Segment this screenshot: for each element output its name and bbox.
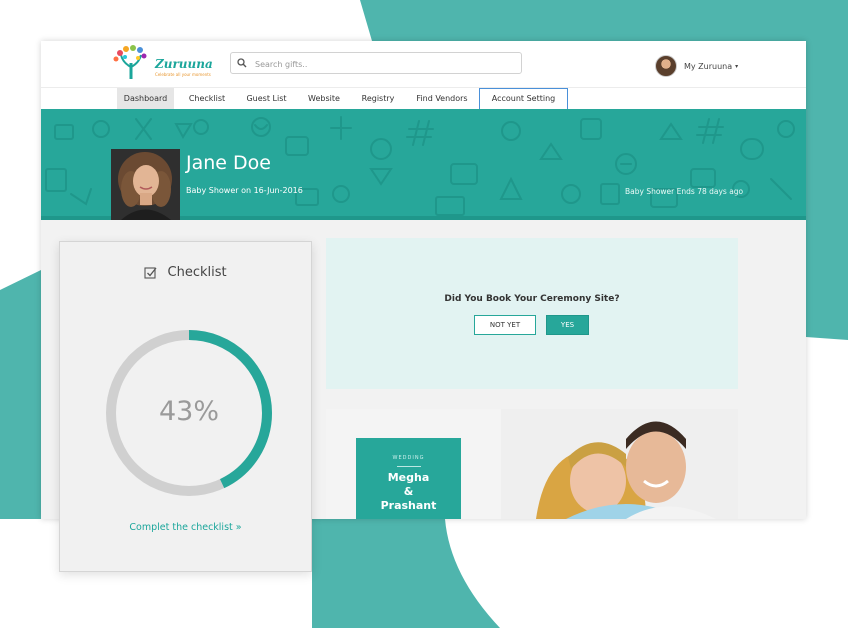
profile-portrait: [111, 149, 180, 220]
tab-dashboard[interactable]: Dashboard: [117, 88, 174, 110]
profile-photo[interactable]: [111, 149, 180, 220]
couple-names: Megha & Prashant: [380, 471, 437, 512]
divider: [396, 466, 421, 467]
profile-banner: Jane Doe Baby Shower on 16-Jun-2016 Baby…: [41, 109, 806, 220]
event-ends-status: Baby Shower Ends 78 days ago: [625, 187, 744, 196]
top-bar: Zuruuna Celebrate all your moments My Zu…: [41, 41, 806, 87]
brand-name: Zuruuna: [155, 57, 213, 71]
chevron-down-icon: ▾: [735, 62, 739, 70]
tab-checklist[interactable]: Checklist: [180, 88, 234, 110]
tab-account-setting[interactable]: Account Setting: [479, 88, 568, 110]
ceremony-site-prompt: Did You Book Your Ceremony Site? NOT YET…: [326, 238, 738, 389]
tab-registry[interactable]: Registry: [354, 88, 402, 110]
yes-button[interactable]: YES: [546, 315, 589, 335]
main-nav: Dashboard Checklist Guest List Website R…: [41, 87, 806, 110]
wedding-kicker: WEDDING: [392, 455, 425, 461]
tab-find-vendors[interactable]: Find Vendors: [408, 88, 476, 110]
search-input[interactable]: [253, 55, 517, 73]
progress-percent: 43%: [158, 396, 219, 427]
user-menu-label: My Zuruuna: [684, 61, 733, 71]
user-menu[interactable]: My Zuruuna ▾: [655, 55, 738, 77]
wedding-tag-card: WEDDING Megha & Prashant: [356, 438, 461, 519]
checklist-card: Checklist 43% Complet the checklist »: [59, 241, 312, 572]
tab-guest-list[interactable]: Guest List: [239, 88, 294, 110]
wedding-promo[interactable]: WEDDING Megha & Prashant: [326, 409, 738, 519]
brand-tagline: Celebrate all your moments: [155, 72, 211, 77]
complete-checklist-link[interactable]: Complet the checklist »: [60, 522, 311, 533]
not-yet-button[interactable]: NOT YET: [474, 315, 536, 335]
search-box[interactable]: [230, 52, 522, 74]
zuruuna-logo[interactable]: Zuruuna Celebrate all your moments: [111, 45, 213, 81]
prompt-question: Did You Book Your Ceremony Site?: [444, 294, 620, 304]
checklist-title: Checklist: [167, 265, 227, 280]
checklist-header: Checklist: [60, 262, 311, 281]
event-date: Baby Shower on 16-Jun-2016: [186, 186, 303, 195]
logo-tree-icon: [113, 45, 147, 79]
user-avatar: [655, 55, 677, 77]
profile-name: Jane Doe: [186, 152, 271, 174]
search-icon: [237, 58, 247, 68]
checklist-icon: [144, 267, 157, 279]
tab-website[interactable]: Website: [300, 88, 348, 110]
